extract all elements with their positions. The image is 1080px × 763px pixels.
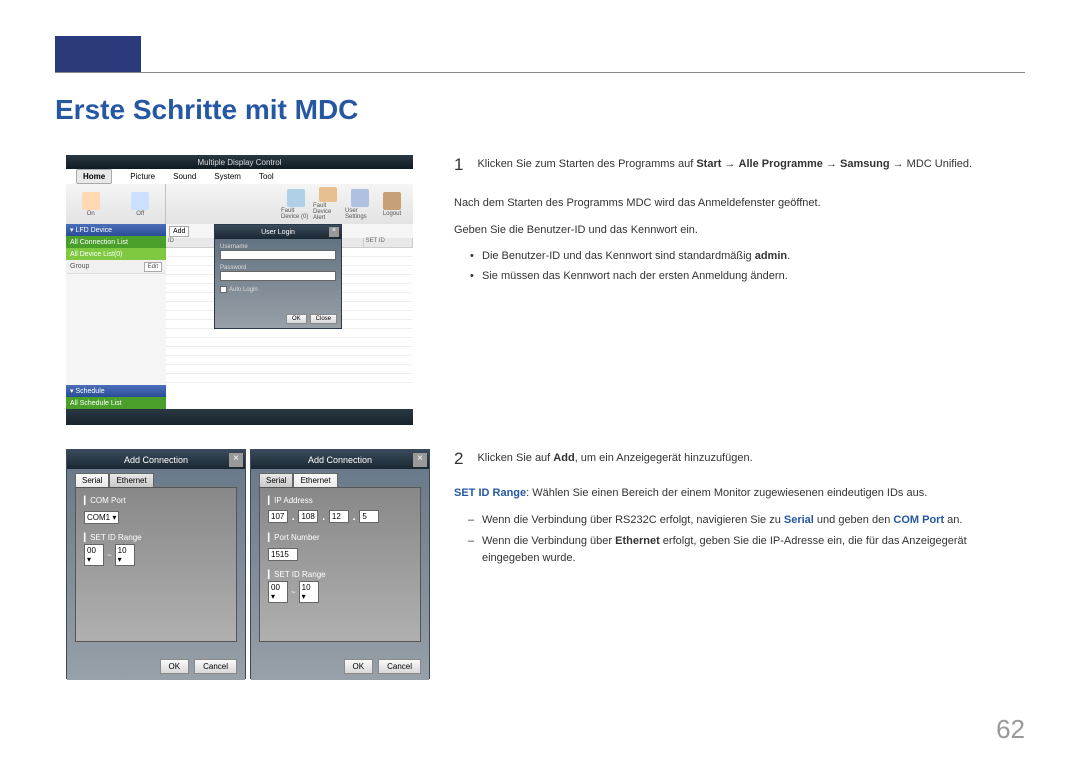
dlg2-ok-button[interactable]: OK — [344, 659, 374, 674]
login-dialog: User Login× Username Password Auto Login… — [214, 224, 342, 329]
add-connection-serial-dialog: Add Connection× Serial Ethernet ▎COM Por… — [66, 449, 246, 679]
dlg2-serial-tab[interactable]: Serial — [259, 473, 293, 487]
mdc-main-screenshot: Multiple Display Control Home Picture So… — [66, 155, 413, 425]
sidebar-all-connections[interactable]: All Connection List — [66, 236, 166, 248]
sidebar-all-devices[interactable]: All Device List(0) — [66, 248, 166, 260]
step-1-text: 1 Klicken Sie zum Starten des Programms … — [454, 156, 1024, 288]
ip-octet-1[interactable]: 107 — [268, 510, 288, 523]
mdc-titlebar: Multiple Display Control — [66, 155, 413, 169]
username-input[interactable] — [220, 250, 336, 260]
power-on-button[interactable]: On — [76, 187, 106, 221]
menu-system[interactable]: System — [214, 172, 241, 181]
ip-octet-2[interactable]: 108 — [298, 510, 318, 523]
menu-sound[interactable]: Sound — [173, 172, 196, 181]
sidebar-all-schedules[interactable]: All Schedule List — [66, 397, 166, 409]
logout-button[interactable]: Logout — [377, 187, 407, 221]
mdc-menu: Home Picture Sound System Tool — [66, 169, 413, 184]
mdc-footer — [66, 409, 413, 425]
group-edit-button[interactable]: Edit — [144, 262, 162, 272]
page-title: Erste Schritte mit MDC — [55, 94, 358, 126]
auto-login-label: Auto Login — [229, 287, 258, 293]
header-rule — [55, 72, 1025, 73]
fault-device-button[interactable]: Fault Device (0) — [281, 187, 311, 221]
dlg1-range-to[interactable]: 10 ▾ — [115, 544, 135, 566]
dlg2-close-icon[interactable]: × — [413, 453, 427, 467]
dlg1-close-icon[interactable]: × — [229, 453, 243, 467]
menu-tool[interactable]: Tool — [259, 172, 274, 181]
mdc-sidebar: ▾ LFD Device All Connection List All Dev… — [66, 224, 166, 409]
mdc-main-area: Add IDTypeConnection TypePortSET ID User… — [166, 224, 413, 409]
sidebar-lfd-header[interactable]: ▾ LFD Device — [66, 224, 166, 236]
ip-octet-4[interactable]: 5 — [359, 510, 379, 523]
login-close-icon[interactable]: × — [329, 227, 339, 237]
dlg2-range-from[interactable]: 00 ▾ — [268, 581, 288, 603]
menu-picture[interactable]: Picture — [130, 172, 155, 181]
add-tab-button[interactable]: Add — [169, 226, 189, 237]
step-2-text: 2 Klicken Sie auf Add, um ein Anzeigeger… — [454, 450, 1024, 571]
ip-octet-3[interactable]: 12 — [329, 510, 349, 523]
page-number: 62 — [996, 714, 1025, 745]
power-off-button[interactable]: Off — [125, 187, 155, 221]
fault-alert-button[interactable]: Fault Device Alert — [313, 187, 343, 221]
step-1-number: 1 — [454, 156, 463, 173]
dlg1-ethernet-tab[interactable]: Ethernet — [109, 473, 153, 487]
sidebar-group-row[interactable]: GroupEdit — [66, 260, 166, 274]
sidebar-schedule-header[interactable]: ▾ Schedule — [66, 385, 166, 397]
step-2-number: 2 — [454, 450, 463, 467]
dlg2-cancel-button[interactable]: Cancel — [378, 659, 421, 674]
password-input[interactable] — [220, 271, 336, 281]
header-accent — [55, 36, 141, 72]
port-number-input[interactable]: 1515 — [268, 548, 298, 561]
dlg1-ok-button[interactable]: OK — [160, 659, 190, 674]
dlg1-range-from[interactable]: 00 ▾ — [84, 544, 104, 566]
login-close-button[interactable]: Close — [310, 314, 337, 324]
dlg1-cancel-button[interactable]: Cancel — [194, 659, 237, 674]
dlg1-serial-tab[interactable]: Serial — [75, 473, 109, 487]
auto-login-checkbox[interactable] — [220, 286, 227, 293]
user-settings-button[interactable]: User Settings — [345, 187, 375, 221]
com-port-select[interactable]: COM1 ▾ — [84, 511, 119, 524]
login-ok-button[interactable]: OK — [286, 314, 307, 324]
dlg2-ethernet-tab[interactable]: Ethernet — [293, 473, 337, 487]
mdc-toolbar: On Off Fault Device (0) Fault Device Ale… — [66, 184, 413, 224]
menu-home[interactable]: Home — [76, 169, 112, 184]
dlg2-range-to[interactable]: 10 ▾ — [299, 581, 319, 603]
add-connection-ethernet-dialog: Add Connection× Serial Ethernet ▎IP Addr… — [250, 449, 430, 679]
